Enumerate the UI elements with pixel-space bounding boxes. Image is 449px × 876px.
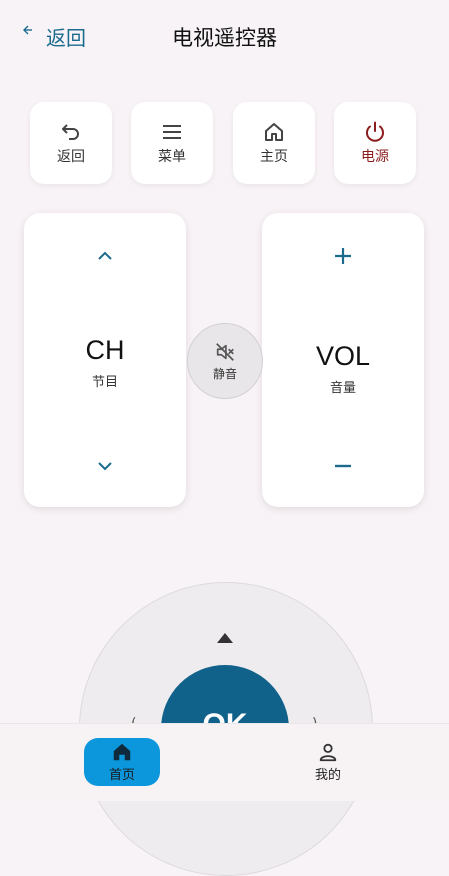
plus-icon	[335, 248, 351, 264]
minus-icon	[335, 464, 351, 468]
user-icon	[319, 743, 337, 762]
nav-me-label: 我的	[314, 768, 341, 783]
volume-down-button[interactable]	[262, 451, 424, 481]
mute-label: 静音	[212, 366, 237, 381]
chevron-up-icon	[98, 251, 112, 260]
power-icon	[366, 121, 384, 142]
chevron-down-icon	[98, 462, 112, 471]
power-tile-button[interactable]: 电源	[334, 102, 416, 184]
home-tile-button[interactable]: 主页	[233, 102, 315, 184]
channel-up-button[interactable]	[24, 241, 186, 271]
nav-home-tab[interactable]: 首页	[84, 738, 160, 786]
volume-title: VOL	[315, 341, 371, 371]
channel-subtitle: 节目	[91, 375, 118, 390]
back-tile-button[interactable]: 返回	[30, 102, 112, 184]
channel-down-button[interactable]	[24, 451, 186, 481]
home-icon	[265, 123, 283, 141]
dpad-up-button[interactable]	[217, 633, 233, 643]
undo-icon	[62, 124, 79, 140]
channel-panel: CH 节目	[24, 213, 186, 507]
volume-up-button[interactable]	[262, 241, 424, 271]
bottom-nav: 首页 我的	[0, 723, 449, 801]
menu-tile-label: 菜单	[158, 149, 186, 165]
volume-subtitle: 音量	[329, 381, 356, 396]
menu-tile-button[interactable]: 菜单	[131, 102, 213, 184]
mute-icon	[216, 342, 234, 361]
home-tile-label: 主页	[260, 149, 288, 165]
volume-panel: VOL 音量	[262, 213, 424, 507]
back-tile-label: 返回	[57, 149, 85, 165]
channel-title: CH	[85, 335, 125, 365]
nav-me-tab[interactable]: 我的	[290, 738, 366, 786]
home-filled-icon	[113, 743, 131, 761]
nav-home-label: 首页	[108, 768, 135, 783]
page-title: 电视遥控器	[172, 26, 277, 50]
power-tile-label: 电源	[361, 149, 389, 165]
mute-button[interactable]: 静音	[187, 323, 263, 399]
menu-icon	[163, 125, 181, 139]
